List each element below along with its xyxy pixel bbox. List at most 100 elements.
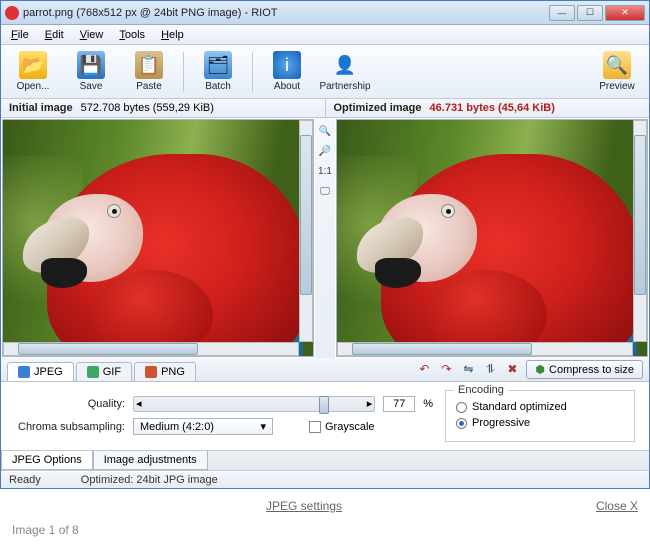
optimized-image-label: Optimized image (334, 102, 422, 114)
initial-preview-pane[interactable] (2, 119, 314, 357)
window-title: parrot.png (768x512 px @ 24bit PNG image… (23, 7, 549, 19)
jpeg-icon (18, 366, 30, 378)
batch-icon: 🗂 (204, 51, 232, 79)
toolbar: 📂 Open... 💾 Save 📋 Paste 🗂 Batch i About… (1, 45, 649, 99)
png-icon (145, 366, 157, 378)
parrot-image-optimized (337, 120, 647, 356)
quality-label: Quality: (15, 398, 125, 410)
info-row: Initial image 572.708 bytes (559,29 KiB)… (1, 99, 649, 118)
optimized-image-value: 46.731 bytes (45,64 KiB) (430, 102, 555, 114)
app-window: parrot.png (768x512 px @ 24bit PNG image… (0, 0, 650, 489)
flip-h-icon[interactable]: ⇋ (460, 362, 476, 378)
paste-label: Paste (136, 81, 162, 92)
rotate-left-icon[interactable]: ↶ (416, 362, 432, 378)
open-label: Open... (17, 81, 50, 92)
radio-icon (456, 402, 467, 413)
tab-jpeg-label: JPEG (34, 366, 63, 378)
preview-button[interactable]: 🔍 Preview (593, 51, 641, 92)
partnership-label: Partnership (319, 81, 370, 92)
menubar: File Edit View Tools Help (1, 25, 649, 45)
radio-progressive-label: Progressive (472, 417, 530, 429)
folder-open-icon: 📂 (19, 51, 47, 79)
preview-area: 🔍 🔎 1:1 🖵 (1, 118, 649, 358)
side-tools: 🔍 🔎 1:1 🖵 (315, 118, 335, 358)
radio-progressive[interactable]: Progressive (456, 417, 624, 429)
save-button[interactable]: 💾 Save (67, 51, 115, 92)
gif-icon (87, 366, 99, 378)
page-counter: Image 1 of 8 (0, 519, 650, 545)
batch-button[interactable]: 🗂 Batch (194, 51, 242, 92)
rotate-right-icon[interactable]: ↷ (438, 362, 454, 378)
about-button[interactable]: i About (263, 51, 311, 92)
grayscale-checkbox[interactable]: Grayscale (309, 421, 375, 433)
chroma-label: Chroma subsampling: (15, 421, 125, 433)
initial-image-label: Initial image (9, 102, 73, 114)
encoding-legend: Encoding (454, 384, 508, 396)
flip-v-icon[interactable]: ⥮ (482, 362, 498, 378)
radio-standard-label: Standard optimized (472, 401, 567, 413)
person-icon: 👤 (331, 51, 359, 79)
statusbar: Ready Optimized: 24bit JPG image (1, 471, 649, 488)
v-scrollbar[interactable] (299, 120, 313, 342)
page-footer: JPEG settings Close X (0, 489, 650, 519)
menu-view[interactable]: View (74, 27, 110, 43)
quality-value[interactable]: 77 (383, 396, 415, 412)
status-optimized: Optimized: 24bit JPG image (81, 474, 218, 486)
delete-icon[interactable]: ✖ (504, 362, 520, 378)
open-button[interactable]: 📂 Open... (9, 51, 57, 92)
menu-tools[interactable]: Tools (113, 27, 151, 43)
tab-gif-label: GIF (103, 366, 121, 378)
menu-help[interactable]: Help (155, 27, 190, 43)
preview-label: Preview (599, 81, 635, 92)
info-icon: i (273, 51, 301, 79)
paste-button[interactable]: 📋 Paste (125, 51, 173, 92)
quality-pct: % (423, 398, 433, 410)
chroma-select[interactable]: Medium (4:2:0) ▾ (133, 418, 273, 435)
compress-to-size-button[interactable]: ⬢ Compress to size (526, 360, 643, 379)
footer-close[interactable]: Close X (596, 499, 638, 513)
jpeg-settings-panel: Quality: ◂ ▸ 77 % Chroma subsampling: Me… (1, 382, 649, 451)
footer-title[interactable]: JPEG settings (12, 499, 596, 513)
compress-icon: ⬢ (535, 363, 545, 376)
h-scrollbar[interactable] (337, 342, 633, 356)
save-label: Save (80, 81, 103, 92)
status-ready: Ready (9, 474, 41, 486)
tab-png-label: PNG (161, 366, 185, 378)
format-tabs: JPEG GIF PNG ↶ ↷ ⇋ ⥮ ✖ ⬢ Compress to siz… (1, 358, 649, 382)
partnership-button[interactable]: 👤 Partnership (321, 51, 369, 92)
compress-label: Compress to size (549, 364, 634, 376)
optimized-preview-pane[interactable] (336, 119, 648, 357)
encoding-fieldset: Encoding Standard optimized Progressive (445, 390, 635, 442)
tab-gif[interactable]: GIF (76, 362, 132, 381)
zoom-out-icon[interactable]: 🔎 (318, 146, 332, 160)
tab-image-adjustments[interactable]: Image adjustments (93, 451, 208, 470)
zoom-in-icon[interactable]: 🔍 (318, 126, 332, 140)
chroma-value: Medium (4:2:0) (140, 421, 214, 433)
parrot-image (3, 120, 313, 356)
chevron-down-icon: ▾ (260, 420, 266, 433)
tab-png[interactable]: PNG (134, 362, 196, 381)
h-scrollbar[interactable] (3, 342, 299, 356)
titlebar[interactable]: parrot.png (768x512 px @ 24bit PNG image… (1, 1, 649, 25)
fit-11-icon[interactable]: 1:1 (318, 166, 332, 180)
menu-file[interactable]: File (5, 27, 35, 43)
quality-slider[interactable]: ◂ ▸ (133, 396, 375, 412)
radio-standard[interactable]: Standard optimized (456, 401, 624, 413)
app-icon (5, 6, 19, 20)
batch-label: Batch (205, 81, 231, 92)
minimize-button[interactable]: — (549, 5, 575, 21)
radio-icon (456, 418, 467, 429)
tab-jpeg-options[interactable]: JPEG Options (1, 451, 93, 470)
v-scrollbar[interactable] (633, 120, 647, 342)
bottom-tabs: JPEG Options Image adjustments (1, 451, 649, 471)
initial-image-value: 572.708 bytes (559,29 KiB) (81, 102, 214, 114)
close-button[interactable]: ✕ (605, 5, 645, 21)
menu-edit[interactable]: Edit (39, 27, 70, 43)
monitor-icon[interactable]: 🖵 (318, 186, 332, 200)
magnifier-icon: 🔍 (603, 51, 631, 79)
floppy-icon: 💾 (77, 51, 105, 79)
tab-jpeg[interactable]: JPEG (7, 362, 74, 381)
clipboard-icon: 📋 (135, 51, 163, 79)
maximize-button[interactable]: ☐ (577, 5, 603, 21)
checkbox-icon (309, 421, 321, 433)
